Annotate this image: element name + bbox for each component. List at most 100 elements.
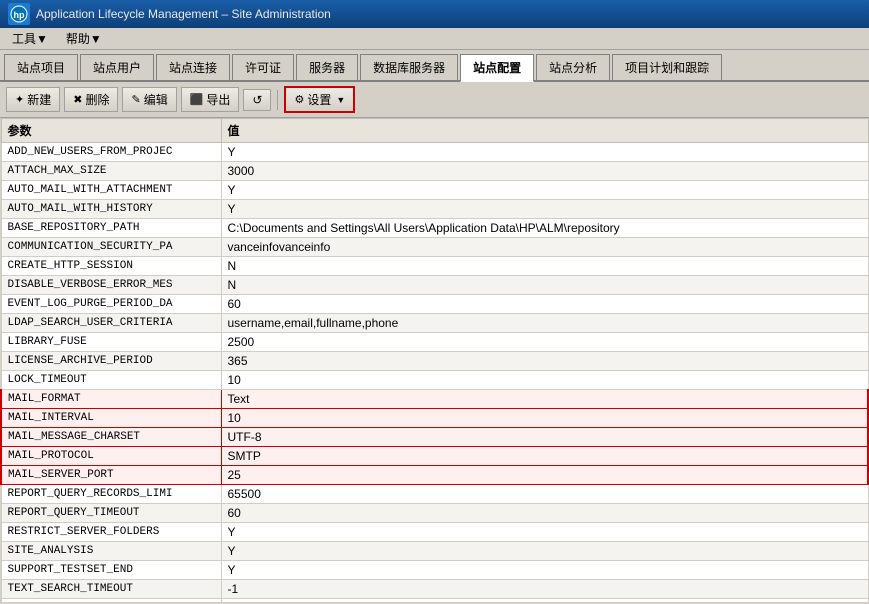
hp-logo: hp xyxy=(8,3,30,25)
table-row[interactable]: MAIL_FORMATText xyxy=(1,390,868,409)
param-cell: SITE_ANALYSIS xyxy=(1,542,221,561)
value-cell: 25 xyxy=(221,466,868,485)
param-cell: MAIL_MESSAGE_CHARSET xyxy=(1,428,221,447)
param-cell: AUTO_MAIL_WITH_ATTACHMENT xyxy=(1,181,221,200)
table-row[interactable]: CREATE_HTTP_SESSIONN xyxy=(1,257,868,276)
table-row[interactable]: SUPPORT_TESTSET_ENDY xyxy=(1,561,868,580)
table-row[interactable]: LOCK_TIMEOUT10 xyxy=(1,371,868,390)
value-cell: Y xyxy=(221,200,868,219)
new-icon: ✦ xyxy=(15,93,24,106)
param-cell: LICENSE_ARCHIVE_PERIOD xyxy=(1,352,221,371)
param-cell: DISABLE_VERBOSE_ERROR_MES xyxy=(1,276,221,295)
table-row[interactable]: RESTRICT_SERVER_FOLDERSY xyxy=(1,523,868,542)
new-button[interactable]: ✦ 新建 xyxy=(6,87,60,112)
value-cell: 60 xyxy=(221,295,868,314)
param-cell: TEXT_SEARCH_TIMEOUT xyxy=(1,580,221,599)
nav-tabs: 站点项目 站点用户 站点连接 许可证 服务器 数据库服务器 站点配置 站点分析 … xyxy=(0,50,869,82)
col-header-param: 参数 xyxy=(1,119,221,143)
param-cell: RESTRICT_SERVER_FOLDERS xyxy=(1,523,221,542)
tab-project-planning[interactable]: 项目计划和跟踪 xyxy=(612,54,722,80)
value-cell: SMTP xyxy=(221,447,868,466)
table-row[interactable]: MAIL_SERVER_PORT25 xyxy=(1,466,868,485)
tab-site-analysis[interactable]: 站点分析 xyxy=(536,54,610,80)
table-row[interactable]: REPORT_QUERY_TIMEOUT60 xyxy=(1,504,868,523)
edit-button[interactable]: ✎ 编辑 xyxy=(122,87,176,112)
tab-servers[interactable]: 服务器 xyxy=(296,54,358,80)
param-cell: COMMUNICATION_SECURITY_PA xyxy=(1,238,221,257)
param-cell: ATTACH_MAX_SIZE xyxy=(1,162,221,181)
settings-dropdown-arrow: ▼ xyxy=(336,95,345,105)
config-table: 参数 值 ADD_NEW_USERS_FROM_PROJECYATTACH_MA… xyxy=(0,118,869,602)
table-row[interactable]: MAIL_INTERVAL10 xyxy=(1,409,868,428)
delete-button[interactable]: ✖ 删除 xyxy=(64,87,118,112)
value-cell: C:\Documents and Settings\All Users\Appl… xyxy=(221,219,868,238)
value-cell: N xyxy=(221,257,868,276)
toolbar: ✦ 新建 ✖ 删除 ✎ 编辑 ⬛ 导出 ↺ ⚙ 设置 ▼ xyxy=(0,82,869,118)
value-cell: Y xyxy=(221,181,868,200)
table-row[interactable]: COMMUNICATION_SECURITY_PAvanceinfovancei… xyxy=(1,238,868,257)
param-cell: MAIL_PROTOCOL xyxy=(1,447,221,466)
table-row[interactable]: BASE_REPOSITORY_PATHC:\Documents and Set… xyxy=(1,219,868,238)
param-cell: WAIT_BEFORE_DISCONNECT xyxy=(1,599,221,603)
param-cell: CREATE_HTTP_SESSION xyxy=(1,257,221,276)
param-cell: EVENT_LOG_PURGE_PERIOD_DA xyxy=(1,295,221,314)
table-row[interactable]: LICENSE_ARCHIVE_PERIOD365 xyxy=(1,352,868,371)
tab-site-config[interactable]: 站点配置 xyxy=(460,54,534,82)
delete-icon: ✖ xyxy=(73,93,82,106)
edit-icon: ✎ xyxy=(131,93,140,106)
settings-button[interactable]: ⚙ 设置 ▼ xyxy=(284,86,355,113)
value-cell: 10 xyxy=(221,409,868,428)
table-row[interactable]: AUTO_MAIL_WITH_ATTACHMENTY xyxy=(1,181,868,200)
toolbar-separator xyxy=(277,90,278,110)
table-wrapper[interactable]: 参数 值 ADD_NEW_USERS_FROM_PROJECYATTACH_MA… xyxy=(0,118,869,602)
menu-bar: 工具▼ 帮助▼ xyxy=(0,28,869,50)
param-cell: SUPPORT_TESTSET_END xyxy=(1,561,221,580)
value-cell: Y xyxy=(221,542,868,561)
value-cell: vanceinfovanceinfo xyxy=(221,238,868,257)
main-content: 参数 值 ADD_NEW_USERS_FROM_PROJECYATTACH_MA… xyxy=(0,118,869,602)
export-button[interactable]: ⬛ 导出 xyxy=(181,87,240,112)
table-row[interactable]: LIBRARY_FUSE2500 xyxy=(1,333,868,352)
menu-help[interactable]: 帮助▼ xyxy=(58,28,110,49)
value-cell: N xyxy=(221,276,868,295)
value-cell: 2500 xyxy=(221,333,868,352)
tab-licenses[interactable]: 许可证 xyxy=(232,54,294,80)
table-row[interactable]: EVENT_LOG_PURGE_PERIOD_DA60 xyxy=(1,295,868,314)
table-row[interactable]: AUTO_MAIL_WITH_HISTORYY xyxy=(1,200,868,219)
param-cell: LIBRARY_FUSE xyxy=(1,333,221,352)
menu-tools[interactable]: 工具▼ xyxy=(4,28,56,49)
col-header-value: 值 xyxy=(221,119,868,143)
value-cell: Y xyxy=(221,523,868,542)
tab-db-servers[interactable]: 数据库服务器 xyxy=(360,54,458,80)
value-cell: UTF-8 xyxy=(221,428,868,447)
value-cell: -1 xyxy=(221,580,868,599)
table-row[interactable]: REPORT_QUERY_RECORDS_LIMI65500 xyxy=(1,485,868,504)
svg-text:hp: hp xyxy=(14,10,25,20)
table-row[interactable]: ADD_NEW_USERS_FROM_PROJECY xyxy=(1,143,868,162)
value-cell: Text xyxy=(221,390,868,409)
table-row[interactable]: TEXT_SEARCH_TIMEOUT-1 xyxy=(1,580,868,599)
table-row[interactable]: SITE_ANALYSISY xyxy=(1,542,868,561)
value-cell: 60 xyxy=(221,504,868,523)
value-cell: 65500 xyxy=(221,485,868,504)
table-row[interactable]: WAIT_BEFORE_DISCONNECT600 xyxy=(1,599,868,603)
table-row[interactable]: LDAP_SEARCH_USER_CRITERIAusername,email,… xyxy=(1,314,868,333)
table-row[interactable]: DISABLE_VERBOSE_ERROR_MESN xyxy=(1,276,868,295)
param-cell: MAIL_FORMAT xyxy=(1,390,221,409)
tab-site-users[interactable]: 站点用户 xyxy=(80,54,154,80)
app-title: Application Lifecycle Management – Site … xyxy=(36,7,331,21)
param-cell: BASE_REPOSITORY_PATH xyxy=(1,219,221,238)
table-row[interactable]: MAIL_MESSAGE_CHARSETUTF-8 xyxy=(1,428,868,447)
export-icon: ⬛ xyxy=(190,93,204,106)
tab-site-projects[interactable]: 站点项目 xyxy=(4,54,78,80)
value-cell: username,email,fullname,phone xyxy=(221,314,868,333)
param-cell: LOCK_TIMEOUT xyxy=(1,371,221,390)
tab-site-connections[interactable]: 站点连接 xyxy=(156,54,230,80)
param-cell: MAIL_INTERVAL xyxy=(1,409,221,428)
table-row[interactable]: ATTACH_MAX_SIZE3000 xyxy=(1,162,868,181)
refresh-button[interactable]: ↺ xyxy=(243,89,271,111)
table-row[interactable]: MAIL_PROTOCOLSMTP xyxy=(1,447,868,466)
param-cell: AUTO_MAIL_WITH_HISTORY xyxy=(1,200,221,219)
value-cell: 3000 xyxy=(221,162,868,181)
settings-icon: ⚙ xyxy=(294,93,304,106)
